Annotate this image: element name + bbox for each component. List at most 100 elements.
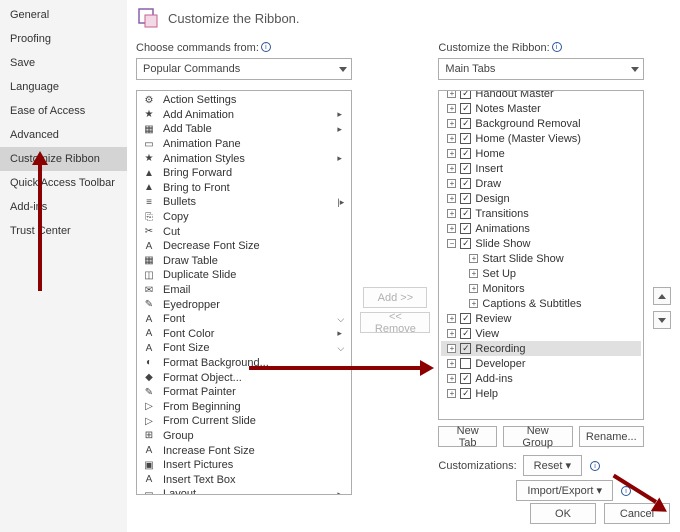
sidebar-item-language[interactable]: Language (0, 75, 127, 99)
command-item[interactable]: ▷From Current Slide (137, 414, 351, 429)
tree-item[interactable]: +Insert (441, 161, 641, 176)
command-item[interactable]: ⎘Copy (137, 210, 351, 225)
command-item[interactable]: ▦Draw Table (137, 254, 351, 269)
tree-item[interactable]: +Transitions (441, 206, 641, 221)
command-item[interactable]: ▲Bring Forward (137, 166, 351, 181)
command-item[interactable]: ▷From Beginning (137, 399, 351, 414)
info-icon[interactable]: i (621, 486, 631, 496)
remove-button[interactable]: << Remove (360, 312, 430, 333)
command-item[interactable]: ▣Insert Pictures (137, 458, 351, 473)
tree-item[interactable]: +Add-ins (441, 371, 641, 386)
ribbon-tree[interactable]: +Handout Master+Notes Master+Background … (438, 90, 644, 420)
expand-icon[interactable]: + (447, 389, 456, 398)
tree-item[interactable]: +View (441, 326, 641, 341)
sidebar-item-trust-center[interactable]: Trust Center (0, 219, 127, 243)
command-item[interactable]: AIncrease Font Size (137, 443, 351, 458)
checkbox[interactable] (460, 91, 471, 99)
checkbox[interactable] (460, 388, 471, 399)
expand-icon[interactable]: + (447, 209, 456, 218)
sidebar-item-advanced[interactable]: Advanced (0, 123, 127, 147)
tree-item[interactable]: +Developer (441, 356, 641, 371)
command-item[interactable]: ≡Bullets|▸ (137, 195, 351, 210)
tree-item[interactable]: +Help (441, 386, 641, 401)
sidebar-item-addins[interactable]: Add-ins (0, 195, 127, 219)
command-item[interactable]: ✎Eyedropper (137, 297, 351, 312)
checkbox[interactable] (460, 118, 471, 129)
tree-item[interactable]: +Captions & Subtitles (441, 296, 641, 311)
checkbox[interactable] (460, 313, 471, 324)
cancel-button[interactable]: Cancel (604, 503, 670, 524)
checkbox[interactable] (460, 343, 471, 354)
expand-icon[interactable]: + (447, 344, 456, 353)
expand-icon[interactable]: + (447, 359, 456, 368)
checkbox[interactable] (460, 148, 471, 159)
tree-item[interactable]: +Recording (441, 341, 641, 356)
expand-icon[interactable]: + (447, 329, 456, 338)
command-item[interactable]: ⊞Group (137, 429, 351, 444)
command-item[interactable]: ◐Format Background... (137, 356, 351, 371)
expand-icon[interactable]: + (447, 91, 456, 98)
tree-item[interactable]: +Notes Master (441, 101, 641, 116)
tree-item[interactable]: +Home (Master Views) (441, 131, 641, 146)
tree-item[interactable]: +Home (441, 146, 641, 161)
command-item[interactable]: ✂Cut (137, 224, 351, 239)
expand-icon[interactable]: + (447, 374, 456, 383)
expand-icon[interactable]: + (447, 119, 456, 128)
info-icon[interactable]: i (590, 461, 600, 471)
expand-icon[interactable]: + (447, 194, 456, 203)
checkbox[interactable] (460, 103, 471, 114)
sidebar-item-quick-access-toolbar[interactable]: Quick Access Toolbar (0, 171, 127, 195)
tree-item[interactable]: +Monitors (441, 281, 641, 296)
command-item[interactable]: ✎Format Painter (137, 385, 351, 400)
expand-icon[interactable]: + (447, 314, 456, 323)
command-item[interactable]: ▦Add Table▸ (137, 122, 351, 137)
import-export-button[interactable]: Import/Export ▾ (516, 480, 613, 501)
ok-button[interactable]: OK (530, 503, 596, 524)
tree-item[interactable]: +Start Slide Show (441, 251, 641, 266)
command-item[interactable]: AFont Size⌵ (137, 341, 351, 356)
move-down-button[interactable] (653, 311, 671, 329)
sidebar-item-ease-of-access[interactable]: Ease of Access (0, 99, 127, 123)
command-item[interactable]: AInsert Text Box (137, 472, 351, 487)
command-item[interactable]: ◆Format Object... (137, 370, 351, 385)
command-item[interactable]: ✉Email (137, 283, 351, 298)
expand-icon[interactable]: − (447, 239, 456, 248)
expand-icon[interactable]: + (447, 134, 456, 143)
checkbox[interactable] (460, 373, 471, 384)
add-button[interactable]: Add >> (363, 287, 427, 308)
sidebar-item-customize-ribbon[interactable]: Customize Ribbon (0, 147, 127, 171)
info-icon[interactable]: i (552, 42, 562, 52)
checkbox[interactable] (460, 328, 471, 339)
expand-icon[interactable]: + (469, 299, 478, 308)
tree-item[interactable]: −Slide Show (441, 236, 641, 251)
command-item[interactable]: ADecrease Font Size (137, 239, 351, 254)
command-item[interactable]: AFont⌵ (137, 312, 351, 327)
choose-commands-dropdown[interactable]: Popular Commands (136, 58, 352, 80)
checkbox[interactable] (460, 163, 471, 174)
command-item[interactable]: ◫Duplicate Slide (137, 268, 351, 283)
command-item[interactable]: AFont Color▸ (137, 327, 351, 342)
expand-icon[interactable]: + (447, 224, 456, 233)
rename-button[interactable]: Rename... (579, 426, 644, 447)
sidebar-item-save[interactable]: Save (0, 51, 127, 75)
tree-item[interactable]: +Handout Master (441, 91, 641, 101)
sidebar-item-proofing[interactable]: Proofing (0, 27, 127, 51)
tree-item[interactable]: +Set Up (441, 266, 641, 281)
new-tab-button[interactable]: New Tab (438, 426, 496, 447)
tree-item[interactable]: +Draw (441, 176, 641, 191)
expand-icon[interactable]: + (447, 149, 456, 158)
tree-item[interactable]: +Animations (441, 221, 641, 236)
new-group-button[interactable]: New Group (503, 426, 573, 447)
tree-item[interactable]: +Background Removal (441, 116, 641, 131)
checkbox[interactable] (460, 193, 471, 204)
checkbox[interactable] (460, 223, 471, 234)
command-item[interactable]: ⚙Action Settings (137, 93, 351, 108)
checkbox[interactable] (460, 208, 471, 219)
command-item[interactable]: ★Animation Styles▸ (137, 151, 351, 166)
checkbox[interactable] (460, 238, 471, 249)
tree-item[interactable]: +Design (441, 191, 641, 206)
checkbox[interactable] (460, 133, 471, 144)
expand-icon[interactable]: + (447, 179, 456, 188)
command-item[interactable]: ▲Bring to Front (137, 181, 351, 196)
command-item[interactable]: ▭Animation Pane (137, 137, 351, 152)
